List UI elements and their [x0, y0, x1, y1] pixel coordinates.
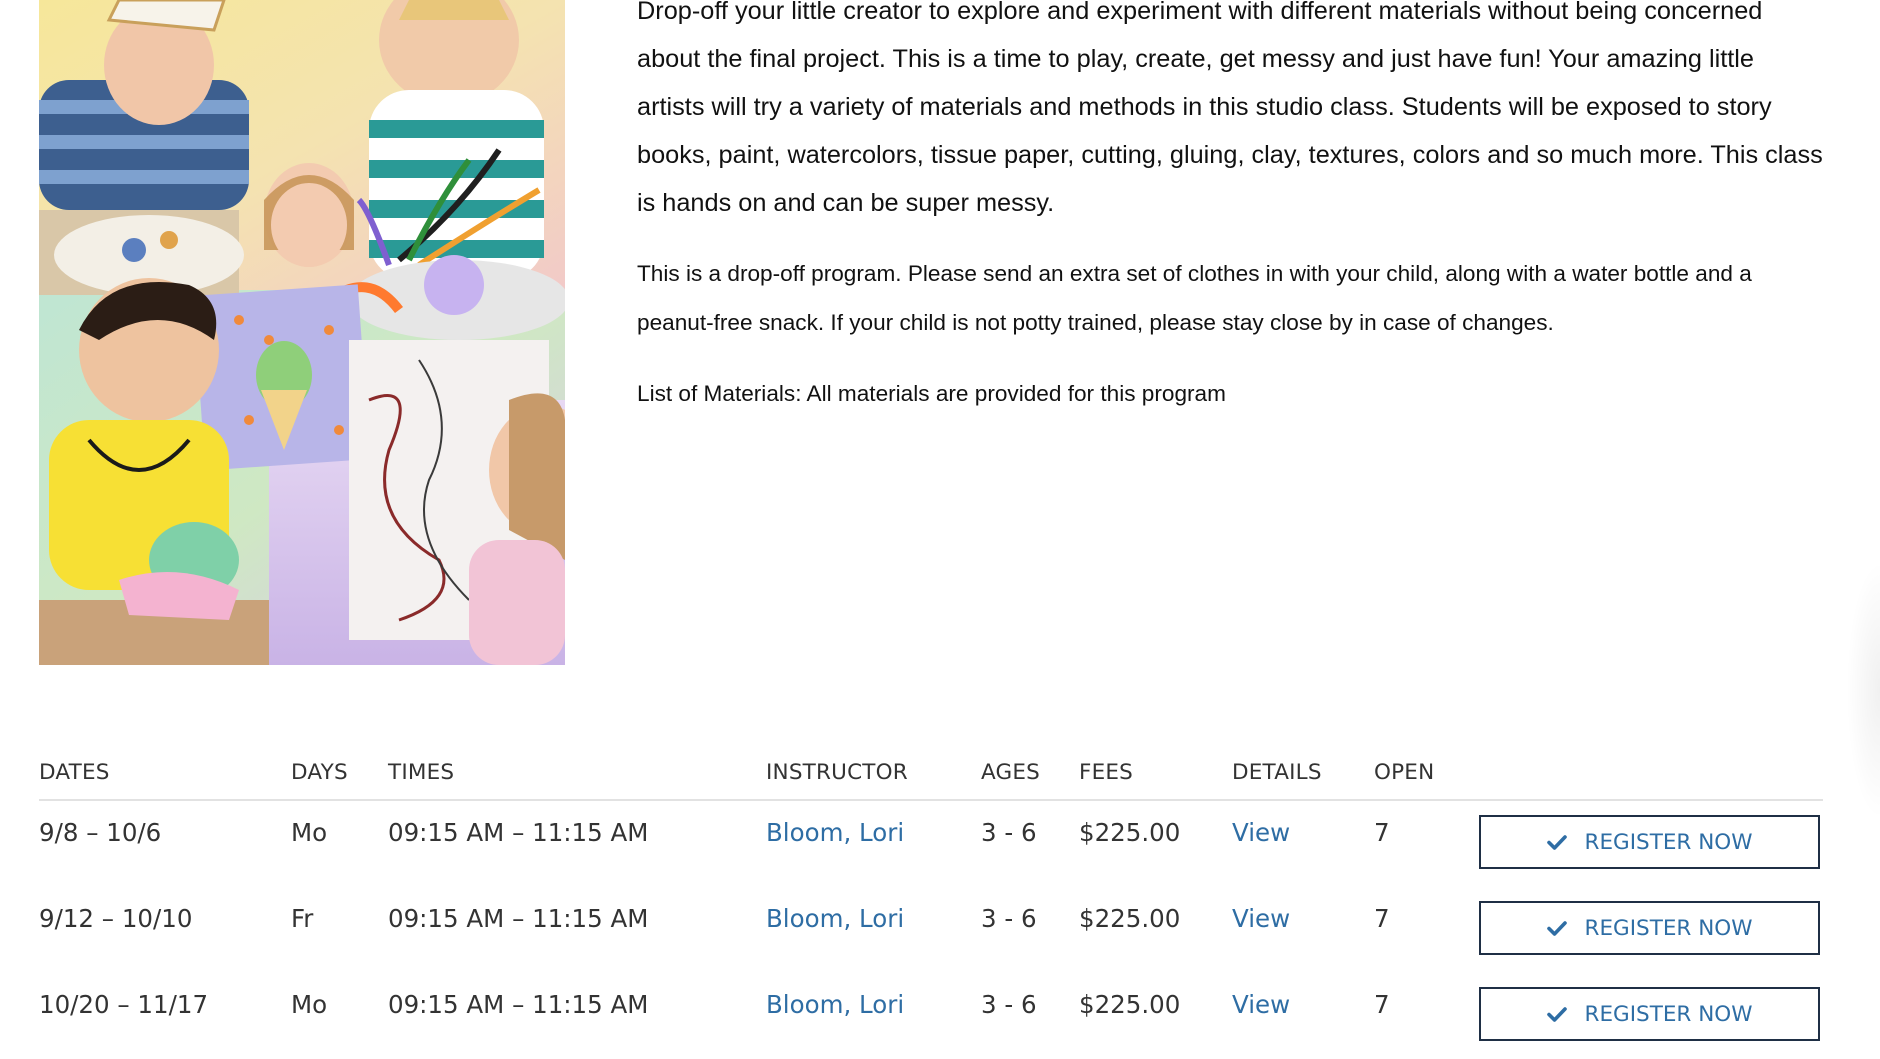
table-row: 9/12 – 10/10 Fr 09:15 AM – 11:15 AM Bloo… — [39, 887, 1823, 973]
scroll-shadow — [1846, 560, 1880, 820]
session-dates: 9/12 – 10/10 — [39, 904, 193, 933]
register-now-button[interactable]: REGISTER NOW — [1479, 815, 1820, 869]
session-dates: 10/20 – 11/17 — [39, 990, 209, 1019]
session-dates: 9/8 – 10/6 — [39, 818, 162, 847]
instructor-link[interactable]: Bloom, Lori — [766, 990, 904, 1019]
open-seats: 7 — [1374, 904, 1390, 933]
session-fees: $225.00 — [1079, 990, 1181, 1019]
instructor-link[interactable]: Bloom, Lori — [766, 904, 904, 933]
session-times: 09:15 AM – 11:15 AM — [388, 904, 649, 933]
program-photo — [39, 0, 565, 665]
header-dates: DATES — [39, 760, 110, 785]
session-days: Mo — [291, 990, 328, 1019]
view-details-link[interactable]: View — [1232, 990, 1290, 1019]
open-seats: 7 — [1374, 818, 1390, 847]
register-now-button[interactable]: REGISTER NOW — [1479, 901, 1820, 955]
materials-note: List of Materials: All materials are pro… — [637, 381, 1226, 406]
description-paragraph: Drop-off your little creator to explore … — [637, 0, 1823, 217]
header-days: DAYS — [291, 760, 348, 785]
open-seats: 7 — [1374, 990, 1390, 1019]
session-ages: 3 - 6 — [981, 818, 1037, 847]
register-button-label: REGISTER NOW — [1584, 915, 1753, 941]
header-ages: AGES — [981, 760, 1041, 785]
check-icon — [1546, 834, 1567, 850]
check-icon — [1546, 920, 1567, 936]
header-instructor: INSTRUCTOR — [766, 760, 908, 785]
register-button-label: REGISTER NOW — [1584, 829, 1753, 855]
view-details-link[interactable]: View — [1232, 818, 1290, 847]
session-fees: $225.00 — [1079, 818, 1181, 847]
check-icon — [1546, 1006, 1567, 1022]
program-description: Drop-off your little creator to explore … — [637, 0, 1827, 414]
table-row: 9/8 – 10/6 Mo 09:15 AM – 11:15 AM Bloom,… — [39, 801, 1823, 887]
session-ages: 3 - 6 — [981, 904, 1037, 933]
header-open: OPEN — [1374, 760, 1435, 785]
header-times: TIMES — [388, 760, 455, 785]
dropoff-note: This is a drop-off program. Please send … — [637, 261, 1752, 335]
session-ages: 3 - 6 — [981, 990, 1037, 1019]
session-times: 09:15 AM – 11:15 AM — [388, 818, 649, 847]
sessions-table: DATES DAYS TIMES INSTRUCTOR AGES FEES DE… — [39, 752, 1823, 1059]
session-days: Fr — [291, 904, 314, 933]
view-details-link[interactable]: View — [1232, 904, 1290, 933]
session-days: Mo — [291, 818, 328, 847]
session-fees: $225.00 — [1079, 904, 1181, 933]
register-button-label: REGISTER NOW — [1584, 1001, 1753, 1027]
instructor-link[interactable]: Bloom, Lori — [766, 818, 904, 847]
header-fees: FEES — [1079, 760, 1133, 785]
header-details: DETAILS — [1232, 760, 1322, 785]
session-times: 09:15 AM – 11:15 AM — [388, 990, 649, 1019]
table-header: DATES DAYS TIMES INSTRUCTOR AGES FEES DE… — [39, 752, 1823, 801]
table-row: 10/20 – 11/17 Mo 09:15 AM – 11:15 AM Blo… — [39, 973, 1823, 1059]
register-now-button[interactable]: REGISTER NOW — [1479, 987, 1820, 1041]
